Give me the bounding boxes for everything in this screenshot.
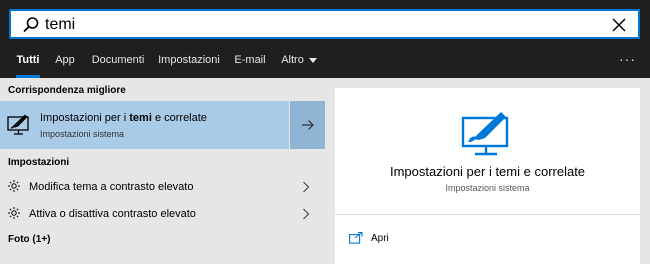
section-heading-settings: Impostazioni: [8, 157, 70, 168]
tab-email[interactable]: E-mail: [230, 46, 270, 78]
tab-documenti[interactable]: Documenti: [88, 46, 148, 78]
tab-label: Impostazioni: [158, 54, 220, 66]
tab-label: Tutti: [16, 54, 40, 66]
preview-pane: Impostazioni per i temi e correlate Impo…: [335, 88, 640, 264]
tab-label: Altro: [281, 54, 304, 66]
chevron-down-icon: [308, 57, 317, 63]
tab-altro[interactable]: Altro: [278, 46, 320, 78]
title-highlight: temi: [129, 112, 152, 124]
list-item-label: Modifica tema a contrasto elevato: [29, 181, 194, 193]
arrow-right-icon: [302, 120, 314, 130]
title-text: e correlate: [151, 112, 207, 124]
tab-tutti[interactable]: Tutti: [10, 46, 46, 78]
list-item-label: Attiva o disattiva contrasto elevato: [29, 208, 196, 220]
list-item[interactable]: Attiva o disattiva contrasto elevato: [0, 201, 325, 227]
personalization-monitor-icon: [461, 112, 509, 156]
preview-subtitle: Impostazioni sistema: [445, 183, 530, 193]
title-text: Impostazioni per i: [40, 112, 130, 124]
list-item[interactable]: Modifica tema a contrasto elevato: [0, 174, 325, 200]
search-header: Tutti App Documenti Impostazioni E-mail …: [0, 0, 650, 78]
close-icon[interactable]: [610, 16, 628, 34]
more-options-button[interactable]: ···: [619, 46, 636, 74]
open-action-label: Apri: [371, 233, 389, 244]
tab-app[interactable]: App: [50, 46, 80, 78]
tab-label: App: [55, 54, 75, 66]
preview-title: Impostazioni per i temi e correlate: [389, 164, 586, 179]
chevron-right-icon: [303, 181, 310, 193]
results-pane: Corrispondenza migliore Impostazioni per…: [0, 78, 325, 264]
section-heading-photos[interactable]: Foto (1+): [8, 234, 51, 245]
divider: [335, 214, 640, 215]
sun-brightness-icon: [8, 180, 20, 192]
best-match-subtitle: Impostazioni sistema: [40, 129, 125, 139]
best-match-title: Impostazioni per i temi e correlate: [40, 112, 207, 124]
open-external-icon: [349, 232, 363, 244]
tab-label: Documenti: [91, 54, 145, 66]
search-input[interactable]: [45, 14, 585, 36]
tab-label: E-mail: [234, 54, 266, 66]
tab-impostazioni[interactable]: Impostazioni: [156, 46, 222, 78]
open-preview-button[interactable]: [289, 101, 325, 149]
best-match-result[interactable]: Impostazioni per i temi e correlate Impo…: [0, 101, 325, 149]
sun-brightness-icon: [8, 207, 20, 219]
section-heading-best-match: Corrispondenza migliore: [8, 85, 126, 96]
search-filter-tabs: Tutti App Documenti Impostazioni E-mail …: [0, 46, 650, 78]
personalization-monitor-icon: [7, 114, 29, 135]
chevron-right-icon: [303, 208, 310, 220]
search-icon: [23, 17, 39, 33]
search-box[interactable]: [9, 9, 640, 39]
